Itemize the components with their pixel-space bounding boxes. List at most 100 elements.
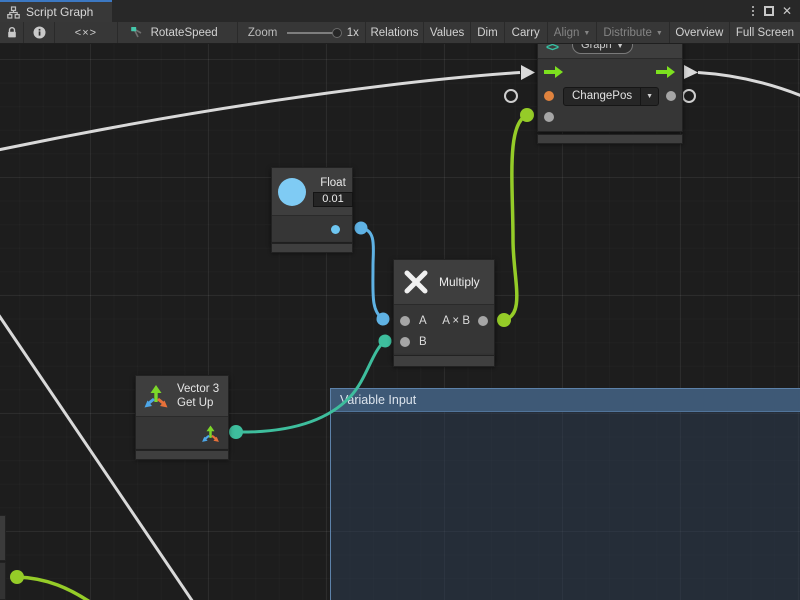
wire-vector3-to-multiply-b[interactable] — [236, 341, 385, 432]
variable-kind-dropdown[interactable]: Graph ▼ — [572, 44, 633, 54]
port-row-b: B — [394, 331, 494, 352]
lock-button[interactable] — [0, 22, 24, 43]
chevron-down-icon[interactable]: ▼ — [640, 88, 658, 105]
unconnected-port-right[interactable] — [683, 90, 695, 102]
wire-green-bottom-left[interactable] — [17, 577, 90, 600]
value-output-port[interactable] — [666, 91, 676, 101]
port-result-label: A × B — [442, 315, 470, 327]
overview-button[interactable]: Overview — [670, 22, 730, 43]
window-controls: ✕ — [748, 0, 800, 22]
zoom-label: Zoom — [248, 27, 277, 39]
float-node[interactable]: Float — [271, 167, 353, 243]
flow-row — [538, 59, 682, 85]
output-port-result[interactable] — [478, 316, 488, 326]
multiply-node[interactable]: Multiply A A × B B — [393, 259, 495, 359]
script-graph-icon: <> — [546, 44, 558, 54]
variable-name-port[interactable] — [544, 91, 554, 101]
float-output-port[interactable] — [331, 225, 340, 234]
wire-end-green-bottom — [497, 313, 511, 327]
align-button[interactable]: Align ▼ — [548, 22, 598, 43]
set-variable-node[interactable]: <> Graph ▼ ChangePos ▼ — [537, 44, 683, 132]
multiply-header[interactable]: Multiply — [394, 260, 494, 305]
zoom-slider[interactable] — [287, 32, 338, 34]
full-screen-button[interactable]: Full Screen — [730, 22, 800, 43]
variable-row: ChangePos ▼ — [538, 85, 682, 107]
chevron-down-icon: ▼ — [656, 30, 663, 37]
lock-icon — [6, 26, 18, 39]
input-port-a[interactable] — [400, 316, 410, 326]
wire-flow-in[interactable] — [0, 73, 520, 151]
float-type-icon — [278, 178, 306, 206]
flow-input-arrow-icon[interactable] — [544, 65, 564, 79]
port-b-label: B — [419, 336, 427, 348]
window-menu-icon[interactable] — [748, 6, 758, 16]
chevron-down-icon: ▼ — [617, 44, 624, 50]
flow-output-arrow-icon[interactable] — [656, 65, 676, 79]
variable-name-label: RotateSpeed — [151, 27, 218, 39]
values-label: Values — [430, 27, 464, 39]
variable-name-dropdown[interactable]: ChangePos ▼ — [563, 87, 659, 106]
float-value-input[interactable] — [313, 192, 353, 207]
float-body — [272, 216, 352, 242]
script-graph-window: Script Graph ✕ — [0, 0, 800, 600]
float-header[interactable]: Float — [272, 168, 352, 216]
overview-label: Overview — [675, 27, 723, 39]
carry-button[interactable]: Carry — [505, 22, 548, 43]
info-button[interactable] — [24, 22, 55, 43]
relations-button[interactable]: Relations — [366, 22, 424, 43]
variable-node-icon — [130, 26, 144, 39]
tab-label: Script Graph — [26, 5, 93, 19]
variable-breadcrumb[interactable]: RotateSpeed — [118, 22, 238, 43]
graph-canvas[interactable]: Variable Input — [0, 44, 800, 600]
wire-multiply-to-setvariable[interactable] — [504, 115, 527, 320]
offscreen-node-body[interactable] — [0, 562, 6, 600]
variable-name-value: ChangePos — [564, 90, 640, 102]
multiply-body: A A × B B — [394, 305, 494, 358]
vector3-subtitle: Get Up — [177, 396, 219, 410]
float-footer — [271, 243, 353, 253]
vector3-icon — [143, 383, 169, 409]
wire-end-green-top — [520, 108, 534, 122]
vector3-title: Vector 3 — [177, 382, 219, 396]
wire-arrowhead-out — [684, 65, 698, 79]
input-port-b[interactable] — [400, 337, 410, 347]
wire-end-blue-top — [355, 222, 368, 235]
multiply-title: Multiply — [439, 275, 480, 289]
relations-label: Relations — [370, 27, 418, 39]
wire-end-teal-left — [229, 425, 243, 439]
graph-toolbar: <×> RotateSpeed Zoom 1x Relations Values — [0, 22, 800, 44]
unconnected-port-left[interactable] — [505, 90, 517, 102]
wire-arrowhead-in — [521, 65, 535, 80]
titlebar-spacer — [112, 0, 748, 22]
vector3-get-up-node[interactable]: Vector 3 Get Up — [135, 375, 229, 450]
value-input-port[interactable] — [544, 112, 554, 122]
distribute-button[interactable]: Distribute ▼ — [597, 22, 670, 43]
port-row-a: A A × B — [394, 310, 494, 331]
chevron-down-icon: ▼ — [583, 30, 590, 37]
multiply-footer — [393, 355, 495, 367]
float-title: Float — [320, 177, 346, 189]
align-label: Align — [554, 27, 580, 39]
port-a-label: A — [419, 315, 427, 327]
offscreen-node-header[interactable] — [0, 515, 6, 561]
wire-float-to-multiply-a[interactable] — [361, 228, 383, 319]
vector3-header[interactable]: Vector 3 Get Up — [136, 376, 228, 417]
maximize-icon[interactable] — [764, 6, 774, 16]
close-icon[interactable]: ✕ — [780, 6, 794, 16]
tab-script-graph[interactable]: Script Graph — [0, 0, 112, 22]
wire-end-teal-right — [379, 335, 392, 348]
value-input-row — [538, 107, 682, 131]
vector3-footer — [135, 450, 229, 460]
dim-button[interactable]: Dim — [471, 22, 504, 43]
graph-hierarchy-icon — [7, 6, 20, 19]
vector3-output-port[interactable] — [201, 424, 220, 443]
code-view-button[interactable]: <×> — [55, 22, 117, 43]
set-variable-footer — [537, 134, 683, 144]
info-icon — [33, 26, 46, 39]
wire-end-blue-bottom — [377, 313, 390, 326]
wire-flow-out[interactable] — [698, 73, 800, 97]
zoom-value: 1x — [347, 27, 359, 39]
set-variable-header[interactable]: <> Graph ▼ — [538, 44, 682, 59]
values-button[interactable]: Values — [424, 22, 471, 43]
zoom-slider-handle[interactable] — [332, 28, 342, 38]
